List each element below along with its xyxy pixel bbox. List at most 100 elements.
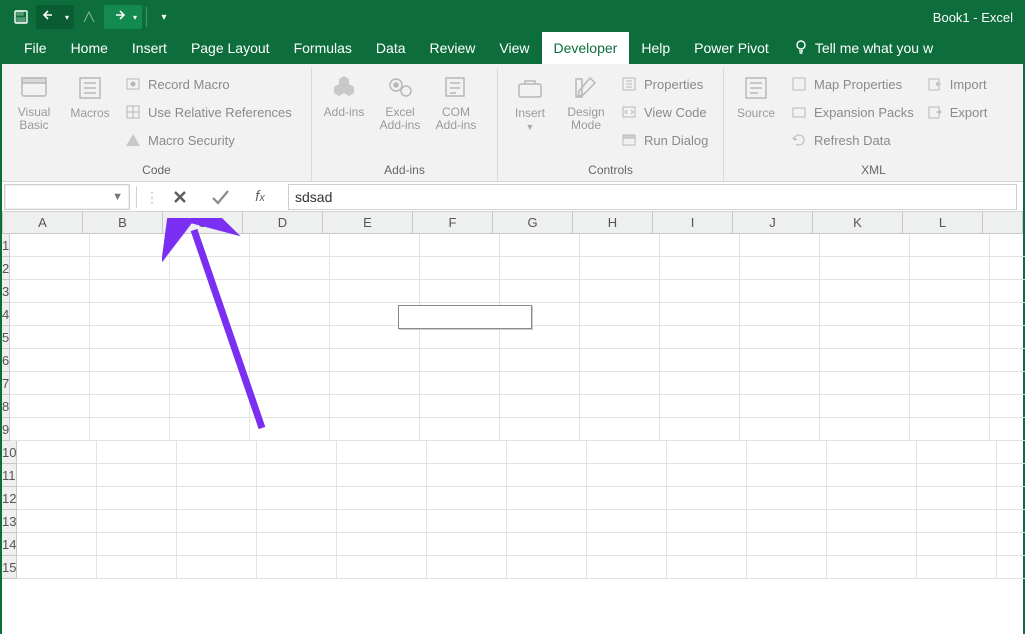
cell[interactable]: [420, 418, 500, 441]
cell[interactable]: [667, 533, 747, 556]
cell[interactable]: [820, 395, 910, 418]
formula-input[interactable]: [288, 184, 1017, 210]
cell[interactable]: [500, 418, 580, 441]
cell[interactable]: [90, 257, 170, 280]
redo-button[interactable]: ▾: [104, 5, 142, 29]
cell[interactable]: [257, 487, 337, 510]
column-header[interactable]: [983, 212, 1023, 233]
properties-button[interactable]: Properties: [616, 72, 712, 96]
cell[interactable]: [917, 487, 997, 510]
grid-row[interactable]: 8: [2, 395, 1023, 418]
cell[interactable]: [170, 280, 250, 303]
cell[interactable]: [740, 234, 820, 257]
cell[interactable]: [910, 257, 990, 280]
cell[interactable]: [507, 464, 587, 487]
cell[interactable]: [990, 234, 1025, 257]
name-box[interactable]: ▼: [4, 184, 130, 210]
cell[interactable]: [740, 372, 820, 395]
design-mode-button[interactable]: Design Mode: [560, 70, 612, 132]
cell[interactable]: [990, 418, 1025, 441]
cell[interactable]: [330, 326, 420, 349]
cell[interactable]: [917, 441, 997, 464]
cell[interactable]: [997, 487, 1025, 510]
cell[interactable]: [917, 510, 997, 533]
cell[interactable]: [250, 280, 330, 303]
row-header[interactable]: 3: [2, 280, 10, 303]
cell[interactable]: [500, 372, 580, 395]
cell[interactable]: [910, 349, 990, 372]
cell[interactable]: [177, 464, 257, 487]
export-button[interactable]: Export: [922, 100, 992, 124]
cell[interactable]: [990, 303, 1025, 326]
column-header[interactable]: L: [903, 212, 983, 233]
cell[interactable]: [820, 257, 910, 280]
cell[interactable]: [427, 533, 507, 556]
grid-row[interactable]: 6: [2, 349, 1023, 372]
cell[interactable]: [257, 510, 337, 533]
grid-row[interactable]: 10: [2, 441, 1023, 464]
cell[interactable]: [820, 418, 910, 441]
chevron-down-icon[interactable]: ▾: [62, 13, 72, 22]
cell[interactable]: [177, 487, 257, 510]
cell[interactable]: [257, 556, 337, 579]
cell[interactable]: [990, 257, 1025, 280]
cell[interactable]: [910, 280, 990, 303]
touch-mode-icon[interactable]: [76, 4, 102, 30]
cell[interactable]: [17, 510, 97, 533]
cell[interactable]: [337, 556, 427, 579]
cell[interactable]: [10, 257, 90, 280]
chevron-down-icon[interactable]: ▾: [130, 13, 140, 22]
cell[interactable]: [427, 441, 507, 464]
cell[interactable]: [170, 326, 250, 349]
cell[interactable]: [820, 280, 910, 303]
cell[interactable]: [250, 326, 330, 349]
cell[interactable]: [587, 487, 667, 510]
column-header[interactable]: I: [653, 212, 733, 233]
cell[interactable]: [330, 349, 420, 372]
cell[interactable]: [667, 510, 747, 533]
grid-row[interactable]: 14: [2, 533, 1023, 556]
undo-button[interactable]: ▾: [36, 5, 74, 29]
cell[interactable]: [667, 487, 747, 510]
column-header[interactable]: F: [413, 212, 493, 233]
cell[interactable]: [910, 234, 990, 257]
cell[interactable]: [250, 303, 330, 326]
cancel-button[interactable]: [160, 183, 200, 211]
cell[interactable]: [500, 257, 580, 280]
cell[interactable]: [580, 303, 660, 326]
row-header[interactable]: 13: [2, 510, 17, 533]
cell[interactable]: [990, 280, 1025, 303]
tab-review[interactable]: Review: [418, 32, 488, 64]
grid-row[interactable]: 9: [2, 418, 1023, 441]
cell[interactable]: [97, 556, 177, 579]
cell[interactable]: [997, 556, 1025, 579]
tab-view[interactable]: View: [487, 32, 541, 64]
cell[interactable]: [740, 257, 820, 280]
enter-button[interactable]: [200, 183, 240, 211]
cell[interactable]: [997, 464, 1025, 487]
cell[interactable]: [740, 303, 820, 326]
cell[interactable]: [17, 464, 97, 487]
cell[interactable]: [747, 533, 827, 556]
row-header[interactable]: 5: [2, 326, 10, 349]
cell[interactable]: [250, 257, 330, 280]
visual-basic-button[interactable]: Visual Basic: [8, 70, 60, 132]
cell[interactable]: [507, 510, 587, 533]
cell[interactable]: [660, 257, 740, 280]
cell[interactable]: [500, 326, 580, 349]
cell[interactable]: [910, 418, 990, 441]
grid-row[interactable]: 15: [2, 556, 1023, 579]
cell[interactable]: [500, 395, 580, 418]
cell[interactable]: [507, 487, 587, 510]
cell[interactable]: [580, 280, 660, 303]
cell[interactable]: [10, 395, 90, 418]
cell[interactable]: [257, 464, 337, 487]
cell[interactable]: [97, 510, 177, 533]
cell[interactable]: [250, 418, 330, 441]
cell[interactable]: [250, 234, 330, 257]
cell[interactable]: [420, 257, 500, 280]
cell[interactable]: [580, 418, 660, 441]
cell[interactable]: [990, 326, 1025, 349]
cell[interactable]: [917, 464, 997, 487]
excel-addins-button[interactable]: Excel Add-ins: [374, 70, 426, 132]
